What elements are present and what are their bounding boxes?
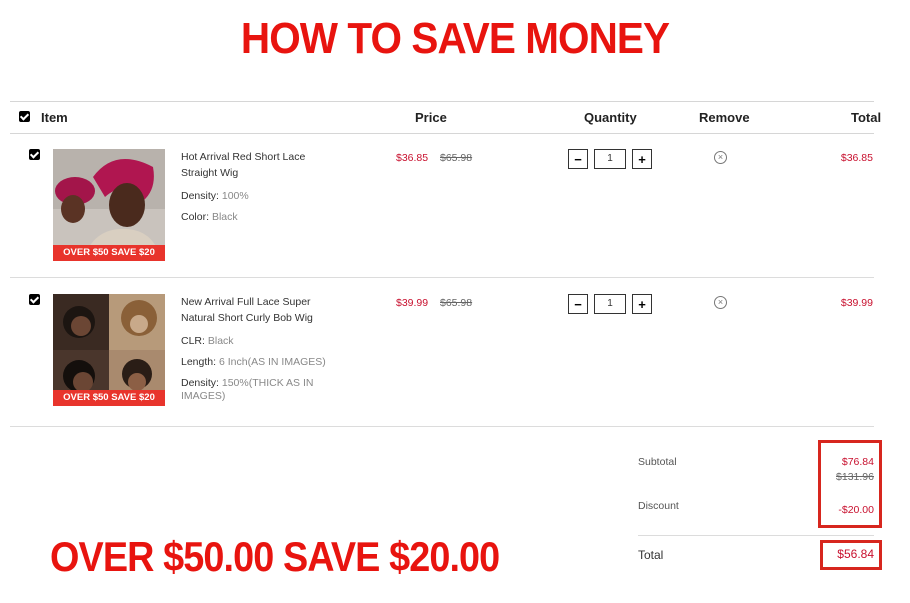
header-quantity: Quantity — [584, 110, 637, 125]
headline: HOW TO SAVE MONEY — [240, 14, 670, 63]
row-divider — [10, 277, 874, 278]
total-label: Total — [638, 548, 664, 562]
qty-input[interactable]: 1 — [594, 149, 626, 169]
attr-label: Density: — [181, 190, 219, 202]
product-attr: Color: Black — [181, 211, 331, 224]
cart-table-header: Item Price Quantity Remove Total — [10, 101, 881, 134]
order-total: $56.84 — [837, 547, 874, 561]
subtotal-original: $131.96 — [836, 471, 874, 483]
original-price: $65.98 — [440, 297, 473, 309]
header-item: Item — [41, 110, 68, 125]
summary-divider — [638, 535, 874, 536]
remove-icon[interactable]: × — [714, 296, 727, 309]
discount-value: -$20.00 — [838, 504, 874, 516]
attr-label: Density: — [181, 377, 219, 389]
original-price: $65.98 — [440, 152, 473, 164]
item-checkbox[interactable] — [29, 149, 40, 160]
qty-plus-button[interactable]: + — [632, 149, 652, 169]
product-attr: Density: 150%(THICK AS IN IMAGES) — [181, 377, 331, 403]
promo-badge: OVER $50 SAVE $20 — [53, 390, 165, 406]
attr-value: 100% — [221, 190, 249, 202]
qty-plus-button[interactable]: + — [632, 294, 652, 314]
attr-value: Black — [211, 211, 238, 223]
product-attr: Length: 6 Inch(AS IN IMAGES) — [181, 356, 331, 369]
product-name[interactable]: New Arrival Full Lace Super Natural Shor… — [181, 294, 331, 326]
qty-input[interactable]: 1 — [594, 294, 626, 314]
product-name[interactable]: Hot Arrival Red Short Lace Straight Wig — [181, 149, 331, 181]
line-total: $39.99 — [840, 297, 873, 309]
qty-minus-button[interactable]: − — [568, 149, 588, 169]
qty-minus-button[interactable]: − — [568, 294, 588, 314]
sale-price: $39.99 — [396, 297, 429, 309]
attr-value: 6 Inch(AS IN IMAGES) — [218, 356, 326, 368]
attr-label: Color: — [181, 211, 210, 223]
item-checkbox[interactable] — [29, 294, 40, 305]
product-image[interactable]: OVER $50 SAVE $20 — [53, 149, 165, 261]
header-remove: Remove — [699, 110, 750, 125]
discount-label: Discount — [638, 500, 679, 512]
product-image[interactable]: OVER $50 SAVE $20 — [53, 294, 165, 406]
row-divider — [10, 426, 874, 427]
attr-label: CLR: — [181, 335, 205, 347]
product-attr: CLR: Black — [181, 335, 331, 348]
select-all-checkbox[interactable] — [19, 111, 30, 122]
header-price: Price — [415, 110, 447, 125]
promo-banner: OVER $50.00 SAVE $20.00 — [50, 533, 500, 580]
promo-badge: OVER $50 SAVE $20 — [53, 245, 165, 261]
header-total: Total — [851, 110, 882, 125]
attr-label: Length: — [181, 356, 217, 368]
subtotal-value: $76.84 — [841, 456, 874, 468]
subtotal-label: Subtotal — [638, 456, 677, 468]
product-attr: Density: 100% — [181, 190, 331, 203]
attr-value: Black — [207, 335, 234, 347]
remove-icon[interactable]: × — [714, 151, 727, 164]
sale-price: $36.85 — [396, 152, 429, 164]
line-total: $36.85 — [840, 152, 873, 164]
